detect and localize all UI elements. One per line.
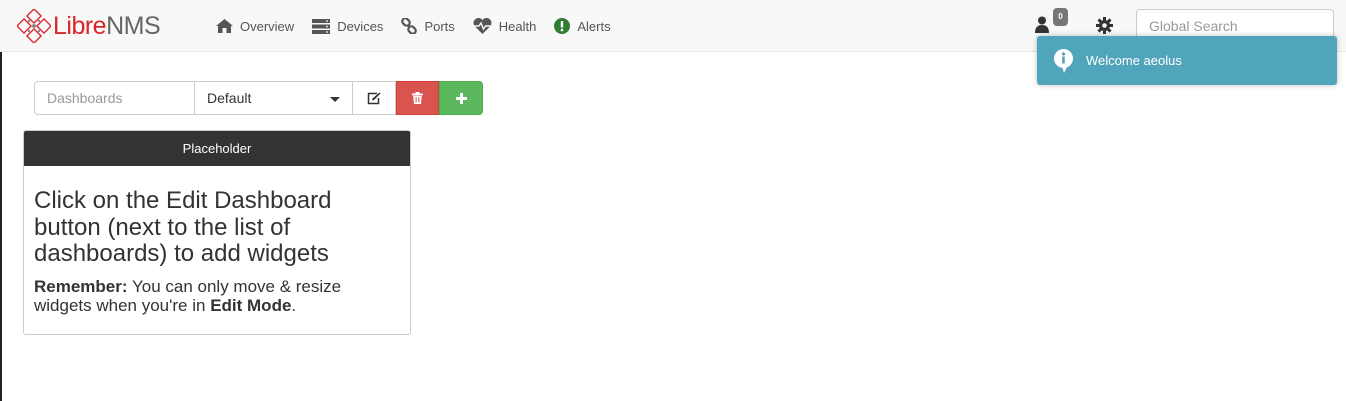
remember-period: . [291,295,297,315]
plus-icon [455,92,467,104]
nav-ports[interactable]: Ports [401,0,455,52]
link-icon [401,18,418,34]
nav-alerts-label: Alerts [577,18,611,34]
notification-badge[interactable]: 0 [1053,8,1068,26]
nav-alerts[interactable]: Alerts [554,0,611,52]
nav-health-label: Health [498,18,537,34]
home-icon [216,19,233,33]
dashboards-label: Dashboards [34,81,194,115]
info-speech-icon [1054,48,1073,73]
logo-icon [17,9,51,43]
dashboard-toolbar: Dashboards Default [34,81,483,115]
brand-name-nms: NMS [106,11,161,40]
welcome-toast[interactable]: Welcome aeolus [1037,36,1337,85]
widget-title[interactable]: Placeholder [24,131,410,166]
heartbeat-icon [473,18,492,34]
dashboard-select-value: Default [207,90,252,106]
trash-icon [412,92,423,104]
dashboard-select[interactable]: Default [194,81,353,115]
main-nav: Overview Devices Ports Health Alerts [216,0,629,52]
nav-devices[interactable]: Devices [312,0,383,52]
user-icon [1035,16,1049,33]
server-icon [312,18,331,34]
brand-name-libre: Libre [53,11,107,40]
remember-label: Remember: [34,276,128,296]
nav-ports-label: Ports [424,18,455,34]
edit-icon [367,92,381,104]
nav-overview[interactable]: Overview [216,0,294,52]
nav-devices-label: Devices [337,18,384,34]
add-dashboard-button[interactable] [439,81,483,115]
placeholder-widget: Placeholder Click on the Edit Dashboard … [23,130,411,335]
window-left-edge [0,52,2,401]
edit-dashboard-button[interactable] [353,81,396,115]
edit-mode-label: Edit Mode [210,295,292,315]
exclamation-circle-icon [554,18,571,34]
caret-down-icon [330,97,340,102]
nav-overview-label: Overview [240,18,295,34]
widget-remember-text: Remember: You can only move & resize wid… [34,277,400,315]
gear-icon [1096,17,1113,34]
toast-message: Welcome aeolus [1086,53,1182,68]
delete-dashboard-button[interactable] [396,81,439,115]
user-menu[interactable] [1035,16,1049,38]
brand-name: LibreNMS [53,11,161,41]
widget-heading: Click on the Edit Dashboard button (next… [34,187,332,267]
librenms-logo[interactable]: LibreNMS [17,9,161,43]
nav-health[interactable]: Health [473,0,537,52]
widget-body: Click on the Edit Dashboard button (next… [24,166,410,315]
